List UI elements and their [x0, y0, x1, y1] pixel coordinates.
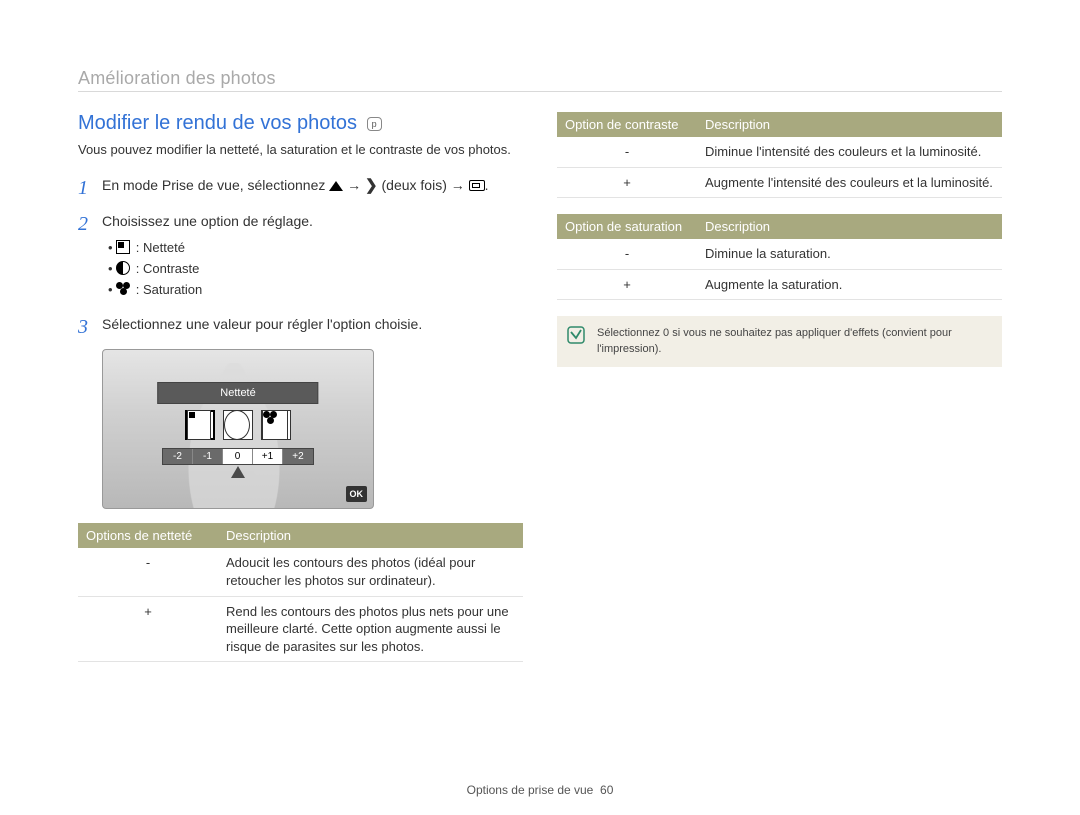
table-row: - Adoucit les contours des photos (idéal…	[78, 548, 523, 596]
cell-desc: Diminue la saturation.	[697, 239, 1002, 269]
cell-desc: Diminue l'intensité des couleurs et la l…	[697, 137, 1002, 167]
step1-pre: En mode Prise de vue, sélectionnez	[102, 177, 329, 193]
saturation-icon	[116, 282, 130, 296]
chapter-title: Amélioration des photos	[78, 68, 1002, 89]
lcd-title: Netteté	[157, 382, 318, 404]
lcd-contrast-icon	[223, 410, 253, 440]
table-header: Description	[697, 112, 1002, 137]
opt-saturation: : Saturation	[108, 280, 523, 301]
cell-symbol: +	[557, 269, 697, 300]
opt-saturation-label: : Saturation	[132, 282, 202, 297]
mode-chip-icon: p	[367, 117, 382, 131]
cell-desc: Augmente la saturation.	[697, 269, 1002, 300]
cell-desc: Augmente l'intensité des couleurs et la …	[697, 167, 1002, 198]
section-title: Modifier le rendu de vos photos p	[78, 112, 523, 135]
table-row: - Diminue l'intensité des couleurs et la…	[557, 137, 1002, 167]
opt-sharpness: : Netteté	[108, 238, 523, 259]
cell-symbol: -	[557, 137, 697, 167]
scale-tick-selected: 0	[223, 449, 253, 464]
nav-up-icon	[329, 181, 343, 191]
lcd-screenshot: Netteté -2 -1 0 +1 +2 OK	[102, 349, 374, 509]
adjust-menu-icon	[469, 180, 485, 191]
scale-tick: +1	[253, 449, 283, 464]
step-1: En mode Prise de vue, sélectionnez → ❯ (…	[78, 175, 523, 198]
intro-text: Vous pouvez modifier la netteté, la satu…	[78, 141, 523, 159]
step3-text: Sélectionnez une valeur pour régler l'op…	[102, 316, 422, 332]
cell-symbol: +	[78, 596, 218, 662]
sharpness-icon	[116, 240, 130, 254]
contrast-table: Option de contraste Description - Diminu…	[557, 112, 1002, 198]
table-header: Description	[218, 523, 523, 548]
table-row: + Augmente l'intensité des couleurs et l…	[557, 167, 1002, 198]
footer-page-number: 60	[600, 783, 613, 797]
footer-label: Options de prise de vue	[467, 783, 594, 797]
note-text: Sélectionnez 0 si vous ne souhaitez pas …	[597, 327, 952, 354]
note-box: Sélectionnez 0 si vous ne souhaitez pas …	[557, 316, 1002, 367]
divider	[78, 91, 1002, 92]
sharpness-table: Options de netteté Description - Adoucit…	[78, 523, 523, 662]
lcd-pointer-icon	[231, 466, 245, 478]
step-2: Choisissez une option de réglage. : Nett…	[78, 211, 523, 300]
table-header: Description	[697, 214, 1002, 239]
lcd-ok-badge: OK	[346, 486, 368, 502]
note-icon	[567, 326, 585, 344]
table-row: + Augmente la saturation.	[557, 269, 1002, 300]
section-title-text: Modifier le rendu de vos photos	[78, 112, 357, 134]
lcd-scale: -2 -1 0 +1 +2	[162, 448, 314, 465]
arrow-icon: →	[347, 177, 365, 193]
left-column: Modifier le rendu de vos photos p Vous p…	[78, 112, 523, 678]
lcd-icon-row	[185, 410, 291, 440]
table-header: Options de netteté	[78, 523, 218, 548]
contrast-icon	[116, 261, 130, 275]
contrast-icon	[224, 410, 250, 440]
table-header: Option de saturation	[557, 214, 697, 239]
cell-symbol: -	[78, 548, 218, 596]
opt-contrast: : Contraste	[108, 259, 523, 280]
step-3: Sélectionnez une valeur pour régler l'op…	[78, 314, 523, 335]
step2-options: : Netteté : Contraste : Saturation	[102, 238, 523, 300]
table-row: + Rend les contours des photos plus nets…	[78, 596, 523, 662]
cell-symbol: -	[557, 239, 697, 269]
cell-desc: Adoucit les contours des photos (idéal p…	[218, 548, 523, 596]
lcd-sharpness-icon	[185, 410, 215, 440]
scale-tick: +2	[283, 449, 313, 464]
lcd-saturation-icon	[261, 410, 291, 440]
cell-symbol: +	[557, 167, 697, 198]
right-column: Option de contraste Description - Diminu…	[557, 112, 1002, 678]
nav-right-icon: ❯	[365, 175, 378, 198]
step2-text: Choisissez une option de réglage.	[102, 213, 313, 229]
saturation-table: Option de saturation Description - Dimin…	[557, 214, 1002, 300]
scale-tick: -1	[193, 449, 223, 464]
step1-post: (deux fois) →	[382, 177, 469, 193]
sharpness-icon	[187, 410, 211, 440]
opt-sharpness-label: : Netteté	[132, 240, 185, 255]
step-list: En mode Prise de vue, sélectionnez → ❯ (…	[78, 175, 523, 336]
cell-desc: Rend les contours des photos plus nets p…	[218, 596, 523, 662]
opt-contrast-label: : Contraste	[132, 261, 199, 276]
content-columns: Modifier le rendu de vos photos p Vous p…	[78, 112, 1002, 678]
table-header: Option de contraste	[557, 112, 697, 137]
scale-tick: -2	[163, 449, 193, 464]
table-row: - Diminue la saturation.	[557, 239, 1002, 269]
saturation-icon	[262, 410, 288, 440]
page-footer: Options de prise de vue 60	[0, 783, 1080, 797]
